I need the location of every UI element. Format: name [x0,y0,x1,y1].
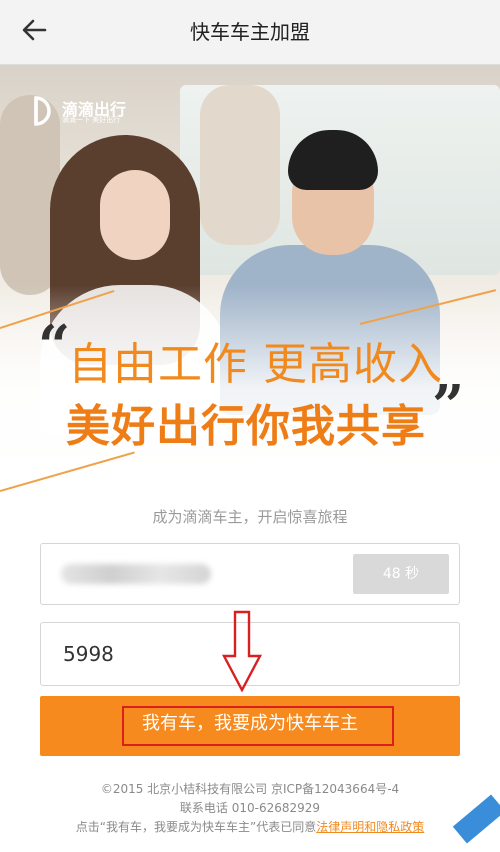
phone-number-blurred [61,564,211,584]
agreement-prefix: 点击“我有车，我要成为快车车主”代表已同意 [75,820,317,834]
copyright-text: ©2015 北京小桔科技有限公司 京ICP备12043664号-4 [100,782,400,796]
quote-close-mark: ” [432,373,465,439]
phone-input[interactable]: 48 秒 [40,543,460,605]
legal-policy-link[interactable]: 法律声明和隐私政策 [316,820,424,834]
page-title: 快车车主加盟 [190,20,310,44]
countdown-button[interactable]: 48 秒 [353,554,449,594]
arrow-left-icon [21,19,47,45]
join-driver-button-label: 我有车，我要成为快车车主 [142,713,358,734]
contact-phone-text: 联系电话 010-62682929 [179,801,321,815]
agreement-text: 点击“我有车，我要成为快车车主”代表已同意法律声明和隐私政策 [0,818,500,835]
logo-tagline: 滴滴一下 美好出行 [62,116,121,124]
top-bar: 快车车主加盟 [0,0,500,65]
slogan-line-2: 美好出行你我共享 [66,401,426,452]
didi-logo: 滴滴出行 滴滴一下 美好出行 [30,96,150,128]
car-seat-image [200,85,280,245]
didi-logo-icon [30,96,56,126]
back-button[interactable] [14,14,54,50]
passenger-face-image [100,170,170,260]
verification-code-value: 5998 [63,642,114,666]
form-tagline: 成为滴滴车主，开启惊喜旅程 [152,508,348,526]
slogan-line-1: 自由工作 更高收入 [68,339,443,390]
arrow-down-icon [222,610,262,693]
join-driver-button[interactable]: 我有车，我要成为快车车主 [40,696,460,756]
